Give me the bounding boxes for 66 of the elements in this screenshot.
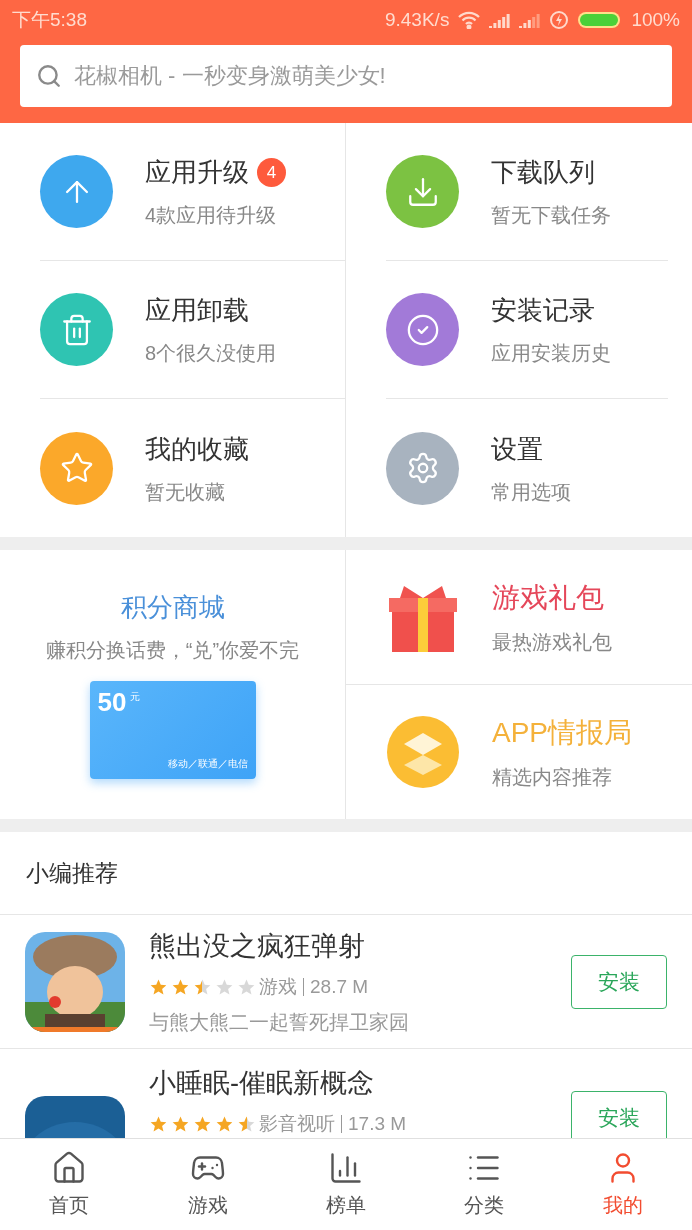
nav-tab[interactable]: 首页	[0, 1139, 139, 1230]
tool-item[interactable]: 安装记录 应用安装历史	[346, 261, 692, 399]
star-icon	[171, 1114, 190, 1133]
star-icon	[237, 977, 256, 996]
tool-subtitle: 8个很久没使用	[145, 341, 277, 366]
tool-subtitle: 常用选项	[491, 479, 571, 505]
tool-title: 安装记录	[491, 294, 595, 327]
app-size: 17.3 M	[348, 1111, 407, 1136]
panel-title: 积分商城	[120, 591, 225, 624]
tool-title: 应用卸载	[145, 294, 249, 327]
star-icon	[171, 977, 190, 996]
tool-item[interactable]: 我的收藏 暂无收藏	[0, 399, 346, 537]
tool-title: 设置	[491, 432, 543, 466]
promo-title: APP情报局	[492, 716, 633, 750]
app-size: 28.7 M	[310, 974, 369, 999]
tool-title: 下载队列	[491, 156, 595, 189]
promo-subtitle: 最热游戏礼包	[492, 630, 612, 655]
count-badge: 4	[257, 158, 286, 187]
nav-tab[interactable]: 分类	[415, 1139, 554, 1230]
card-amount: 50	[97, 689, 127, 715]
tool-subtitle: 4款应用待升级	[145, 203, 278, 228]
star-icon	[193, 977, 212, 996]
promo-subtitle: 精选内容推荐	[492, 765, 613, 790]
tool-subtitle: 暂无下载任务	[491, 203, 611, 228]
section-title: 小编推荐	[26, 858, 118, 888]
tool-item[interactable]: 应用升级 4 4款应用待升级	[0, 123, 346, 261]
search-field[interactable]: 花椒相机 - 一秒变身激萌美少女!	[20, 45, 672, 107]
tool-subtitle: 应用安装历史	[491, 341, 611, 366]
signal-icon	[519, 12, 542, 28]
star-icon	[215, 977, 234, 996]
card-carriers: 移动／联通／电信	[167, 757, 248, 771]
card-unit: 元	[130, 690, 141, 704]
promo-item[interactable]: 游戏礼包 最热游戏礼包	[346, 550, 692, 685]
nav-tab[interactable]: 游戏	[138, 1139, 277, 1230]
battery-percent: 100%	[631, 7, 680, 32]
search-icon	[36, 63, 62, 89]
nav-tab[interactable]: 榜单	[276, 1139, 416, 1230]
tool-item[interactable]: 下载队列 暂无下载任务	[346, 123, 692, 261]
star-icon	[149, 1114, 168, 1133]
network-speed: 9.43K/s	[384, 7, 450, 32]
signal-icon	[489, 12, 512, 28]
app-name: 小睡眠-催眠新概念	[149, 1067, 375, 1100]
app-name: 熊出没之疯狂弹射	[149, 930, 366, 963]
promo-title: 游戏礼包	[492, 581, 605, 615]
star-icon	[59, 451, 94, 485]
app-row[interactable]: 熊出没之疯狂弹射 游戏 28.7 M 与熊大熊二一起誓死捍卫家园 安装	[0, 915, 692, 1049]
panel-subtitle: 赚积分换话费，“兑”你爱不完	[45, 638, 300, 663]
tool-title: 我的收藏	[145, 432, 249, 466]
app-category: 游戏	[259, 974, 297, 999]
check-circle-icon	[405, 312, 440, 347]
nav-tab[interactable]: 我的	[553, 1139, 692, 1230]
charging-icon	[549, 10, 570, 30]
star-icon	[215, 1114, 234, 1133]
wifi-icon	[457, 11, 482, 29]
promo-item[interactable]: APP情报局 精选内容推荐	[346, 685, 692, 819]
tool-item[interactable]: 应用卸载 8个很久没使用	[0, 261, 346, 399]
star-icon	[149, 977, 168, 996]
app-category: 影音视听	[259, 1111, 335, 1136]
status-time: 下午5:38	[12, 7, 87, 32]
app-description: 与熊大熊二一起誓死捍卫家园	[149, 1010, 410, 1035]
tool-subtitle: 暂无收藏	[145, 479, 226, 505]
tool-item[interactable]: 设置 常用选项	[346, 399, 692, 537]
layers-icon	[386, 715, 460, 789]
star-icon	[237, 1114, 256, 1133]
tool-title: 应用升级	[145, 156, 249, 189]
star-icon	[193, 1114, 212, 1133]
